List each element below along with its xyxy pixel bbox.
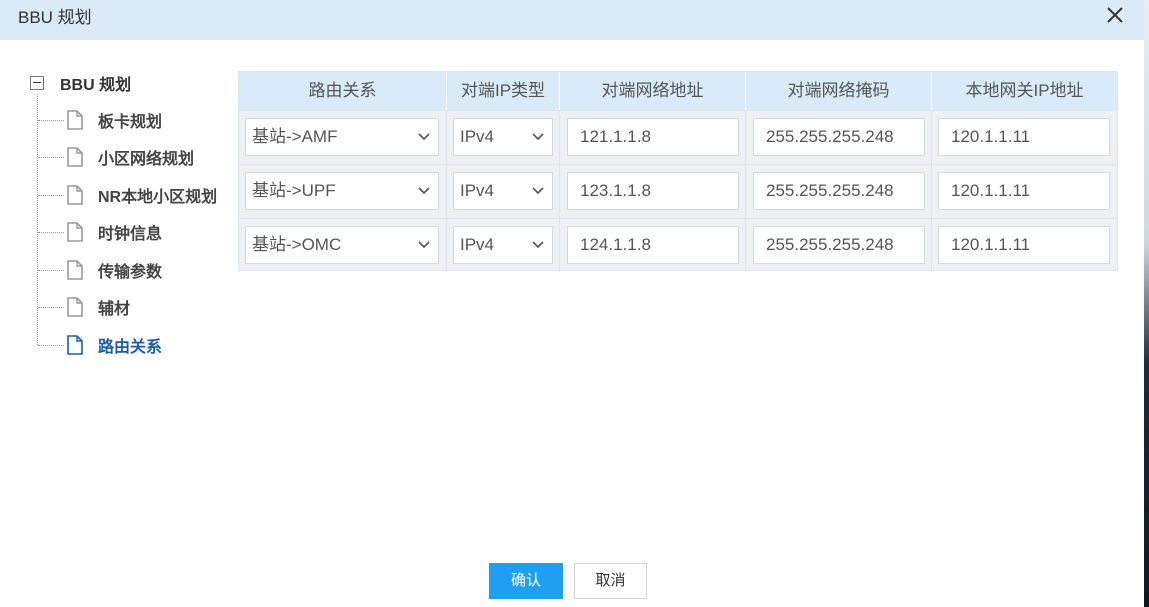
table-cell: 120.1.1.11 — [932, 219, 1117, 272]
tree-connector-line — [38, 119, 64, 121]
tree-connector-line — [38, 231, 64, 233]
route-select[interactable]: 基站->UPF — [245, 172, 439, 210]
route-select-value: 基站->UPF — [252, 181, 336, 200]
background-window-edge — [1144, 0, 1149, 607]
tree-item-label: 板卡规划 — [98, 114, 163, 131]
table-cell: 123.1.1.8 — [560, 165, 746, 218]
peer-mask-input[interactable]: 255.255.255.248 — [753, 172, 925, 210]
header-peer-address: 对端网络地址 — [560, 72, 746, 110]
cancel-button[interactable]: 取消 — [574, 563, 647, 599]
tree-item-label: 小区网络规划 — [98, 151, 195, 168]
peer-mask-input[interactable]: 255.255.255.248 — [753, 226, 925, 264]
ip-type-select[interactable]: IPv4 — [453, 118, 553, 156]
header-gateway: 本地网关IP地址 — [965, 81, 1084, 100]
peer-mask-input-value: 255.255.255.248 — [766, 127, 894, 146]
ip-type-select-value: IPv4 — [460, 235, 495, 254]
header-ip-type: 对端IP类型 — [447, 72, 560, 110]
tree-item[interactable]: 时钟信息 — [38, 220, 162, 244]
peer-address-input[interactable]: 124.1.1.8 — [567, 226, 739, 264]
gateway-input[interactable]: 120.1.1.11 — [938, 118, 1110, 156]
dialog-titlebar: BBU 规划 — [0, 0, 1144, 40]
ip-type-select[interactable]: IPv4 — [453, 172, 553, 210]
gateway-input-value: 120.1.1.11 — [951, 127, 1031, 146]
tree-connector-line — [38, 306, 64, 308]
tree-item[interactable]: 板卡规划 — [38, 108, 162, 132]
tree-item[interactable]: 辅材 — [38, 295, 130, 319]
tree-item[interactable]: NR本地小区规划 — [38, 183, 217, 207]
tree-item-label: 辅材 — [98, 301, 131, 318]
tree-item[interactable]: 传输参数 — [38, 258, 162, 282]
tree-item[interactable]: 小区网络规划 — [38, 145, 194, 169]
tree-connector-line — [38, 194, 64, 196]
ip-type-select[interactable]: IPv4 — [453, 226, 553, 264]
peer-mask-input-value: 255.255.255.248 — [766, 181, 894, 200]
table-cell: IPv4 — [447, 219, 560, 272]
collapse-icon[interactable] — [30, 76, 44, 90]
table-cell: 基站->AMF — [239, 111, 447, 164]
peer-address-input-value: 121.1.1.8 — [580, 127, 651, 146]
ip-type-select-value: IPv4 — [460, 127, 495, 146]
document-icon — [66, 147, 84, 167]
header-peer-mask: 对端网络掩码 — [746, 72, 932, 110]
document-icon — [66, 185, 84, 205]
peer-address-input-value: 124.1.1.8 — [580, 235, 651, 254]
table-header: 路由关系 对端IP类型 对端网络地址 对端网络掩码 本地网关IP地址 — [239, 72, 1117, 110]
table-cell: 120.1.1.11 — [932, 165, 1117, 218]
peer-address-input-value: 123.1.1.8 — [580, 181, 651, 200]
route-select[interactable]: 基站->AMF — [245, 118, 439, 156]
table-cell: IPv4 — [447, 111, 560, 164]
document-icon — [66, 335, 84, 355]
document-icon — [66, 260, 84, 280]
peer-mask-input[interactable]: 255.255.255.248 — [753, 118, 925, 156]
table-row: 基站->UPF IPv4 123.1.1.8 255.255.255.248 120.1… — [239, 164, 1117, 218]
tree-item[interactable]: 路由关系 — [38, 333, 162, 357]
confirm-button[interactable]: 确认 — [489, 563, 563, 599]
table-row: 基站->AMF IPv4 121.1.1.8 255.255.255.248 120.1… — [239, 110, 1117, 164]
tree-connector-line — [38, 156, 64, 158]
table-cell: IPv4 — [447, 165, 560, 218]
route-select-value: 基站->OMC — [252, 235, 342, 254]
tree-root-label: BBU 规划 — [60, 77, 132, 94]
bbu-planning-dialog: BBU 规划 BBU 规划 板卡规划小区网络规划 NR本地小区规划 时钟信息传输参数… — [0, 0, 1144, 607]
table-cell: 255.255.255.248 — [746, 165, 932, 218]
table-cell: 基站->OMC — [239, 219, 447, 272]
planning-tree: BBU 规划 板卡规划小区网络规划 NR本地小区规划 时钟信息传输参数辅材路由关系 — [28, 64, 228, 364]
tree-item-label: NR本地小区规划 — [98, 189, 218, 206]
route-select-value: 基站->AMF — [252, 127, 338, 146]
table-cell: 124.1.1.8 — [560, 219, 746, 272]
table-cell: 121.1.1.8 — [560, 111, 746, 164]
tree-item-label: 传输参数 — [98, 264, 163, 281]
table-cell: 120.1.1.11 — [932, 111, 1117, 164]
table-cell: 255.255.255.248 — [746, 111, 932, 164]
table-cell: 255.255.255.248 — [746, 219, 932, 272]
gateway-input[interactable]: 120.1.1.11 — [938, 226, 1110, 264]
document-icon — [66, 297, 84, 317]
table-row: 基站->OMC IPv4 124.1.1.8 255.255.255.248 120.1… — [239, 218, 1117, 272]
tree-root: BBU 规划 — [30, 72, 131, 94]
document-icon — [66, 222, 84, 242]
peer-mask-input-value: 255.255.255.248 — [766, 235, 894, 254]
peer-address-input[interactable]: 121.1.1.8 — [567, 118, 739, 156]
dialog-title: BBU 规划 — [18, 8, 92, 27]
header-route: 路由关系 — [239, 72, 447, 110]
route-select[interactable]: 基站->OMC — [245, 226, 439, 264]
close-icon[interactable] — [1104, 4, 1126, 26]
table-cell: 基站->UPF — [239, 165, 447, 218]
document-icon — [66, 110, 84, 130]
tree-item-label: 路由关系 — [98, 339, 163, 356]
ip-type-select-value: IPv4 — [460, 181, 495, 200]
gateway-input-value: 120.1.1.11 — [951, 235, 1031, 254]
gateway-input-value: 120.1.1.11 — [951, 181, 1031, 200]
tree-connector-line — [38, 269, 64, 271]
peer-address-input[interactable]: 123.1.1.8 — [567, 172, 739, 210]
tree-connector-line — [38, 344, 64, 346]
gateway-input[interactable]: 120.1.1.11 — [938, 172, 1110, 210]
route-table: 路由关系 对端IP类型 对端网络地址 对端网络掩码 本地网关IP地址 基站->A… — [238, 71, 1118, 272]
tree-item-label: 时钟信息 — [98, 226, 163, 243]
